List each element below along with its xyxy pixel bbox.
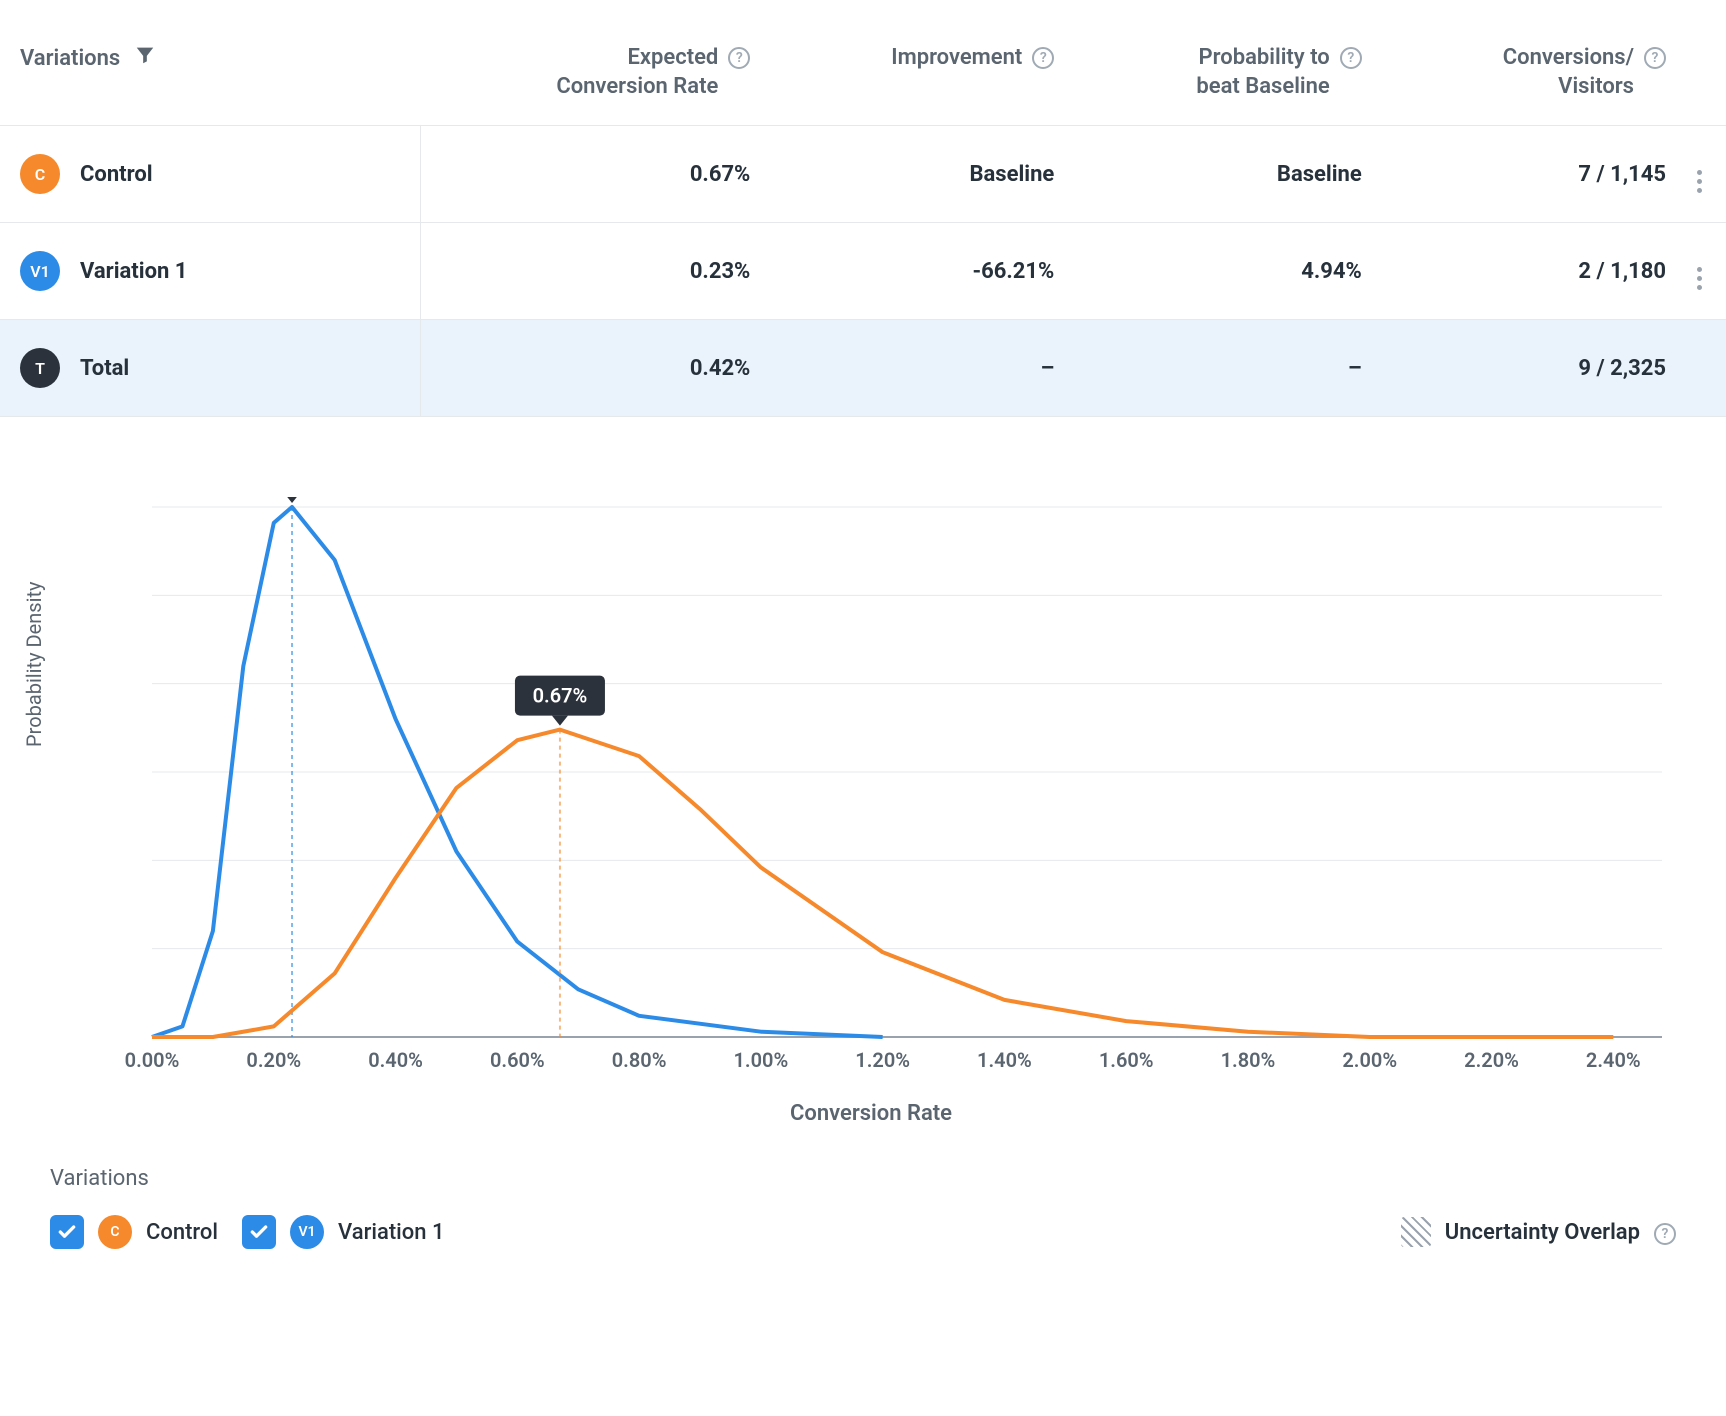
svg-text:1.80%: 1.80%: [1221, 1048, 1276, 1072]
cell-conversions: 2 / 1,180: [1382, 223, 1686, 320]
column-conversions: Conversions/ Visitors ?: [1382, 20, 1686, 126]
legend: Variations C Control V1 Variation 1 Unce…: [50, 1166, 1676, 1249]
cell-improvement: Baseline: [770, 126, 1074, 223]
svg-text:0.00%: 0.00%: [125, 1048, 180, 1072]
column-probability: Probability to beat Baseline ?: [1074, 20, 1381, 126]
svg-text:2.00%: 2.00%: [1342, 1048, 1397, 1072]
help-icon[interactable]: ?: [1340, 47, 1362, 69]
cell-conversions: 7 / 1,145: [1382, 126, 1686, 223]
svg-text:0.40%: 0.40%: [368, 1048, 423, 1072]
table-row-total: T Total 0.42% – – 9 / 2,325: [0, 320, 1726, 417]
variations-table: Variations Expected Conversion Rate ?: [0, 20, 1726, 417]
column-variations: Variations: [0, 20, 420, 126]
hatch-icon: [1401, 1217, 1431, 1247]
column-variations-label: Variations: [20, 45, 120, 74]
checkbox-variation1[interactable]: [242, 1215, 276, 1249]
variation-name: Total: [80, 356, 129, 381]
table-row-control: C Control 0.67% Baseline Baseline 7 / 1,…: [0, 126, 1726, 223]
legend-control-label: Control: [146, 1220, 218, 1245]
column-improvement: Improvement ?: [770, 20, 1074, 126]
svg-text:2.20%: 2.20%: [1464, 1048, 1519, 1072]
svg-text:2.40%: 2.40%: [1586, 1048, 1641, 1072]
cell-improvement: –: [770, 320, 1074, 417]
help-icon[interactable]: ?: [1644, 47, 1666, 69]
cell-expected: 0.23%: [420, 223, 770, 320]
variation1-badge: V1: [290, 1215, 324, 1249]
svg-text:1.40%: 1.40%: [977, 1048, 1032, 1072]
cell-expected: 0.42%: [420, 320, 770, 417]
variation-name: Control: [80, 162, 153, 187]
variation-name: Variation 1: [80, 259, 187, 284]
help-icon[interactable]: ?: [728, 47, 750, 69]
help-icon[interactable]: ?: [1654, 1223, 1676, 1245]
cell-conversions: 9 / 2,325: [1382, 320, 1686, 417]
cell-expected: 0.67%: [420, 126, 770, 223]
cell-improvement: -66.21%: [770, 223, 1074, 320]
legend-title: Variations: [50, 1166, 1676, 1191]
svg-text:0.20%: 0.20%: [246, 1048, 301, 1072]
total-badge: T: [20, 348, 60, 388]
help-icon[interactable]: ?: [1032, 47, 1054, 69]
table-row-variation1: V1 Variation 1 0.23% -66.21% 4.94% 2 / 1…: [0, 223, 1726, 320]
svg-text:0.67%: 0.67%: [533, 684, 588, 708]
svg-text:1.00%: 1.00%: [734, 1048, 789, 1072]
svg-text:0.80%: 0.80%: [612, 1048, 667, 1072]
svg-text:1.60%: 1.60%: [1099, 1048, 1154, 1072]
checkbox-control[interactable]: [50, 1215, 84, 1249]
column-expected: Expected Conversion Rate ?: [420, 20, 770, 126]
cell-probability: Baseline: [1074, 126, 1381, 223]
row-menu-icon[interactable]: [1697, 170, 1702, 193]
row-menu-icon[interactable]: [1697, 267, 1702, 290]
svg-text:1.20%: 1.20%: [855, 1048, 910, 1072]
x-axis-label: Conversion Rate: [56, 1101, 1686, 1126]
y-axis-label: Probability Density: [22, 582, 46, 747]
control-badge: C: [98, 1215, 132, 1249]
legend-overlap-label: Uncertainty Overlap: [1445, 1220, 1640, 1245]
variation1-badge: V1: [20, 251, 60, 291]
density-chart: Probability Density 0.00%0.20%0.40%0.60%…: [56, 497, 1686, 1126]
filter-icon[interactable]: [134, 44, 156, 75]
legend-variation1-label: Variation 1: [338, 1220, 444, 1245]
cell-probability: –: [1074, 320, 1381, 417]
cell-probability: 4.94%: [1074, 223, 1381, 320]
control-badge: C: [20, 154, 60, 194]
svg-text:0.60%: 0.60%: [490, 1048, 545, 1072]
chart-svg: 0.00% 0.20% 0.40% 0.60% 0.80% 1.00% 1.20% 1.40%…: [102, 497, 1672, 1087]
